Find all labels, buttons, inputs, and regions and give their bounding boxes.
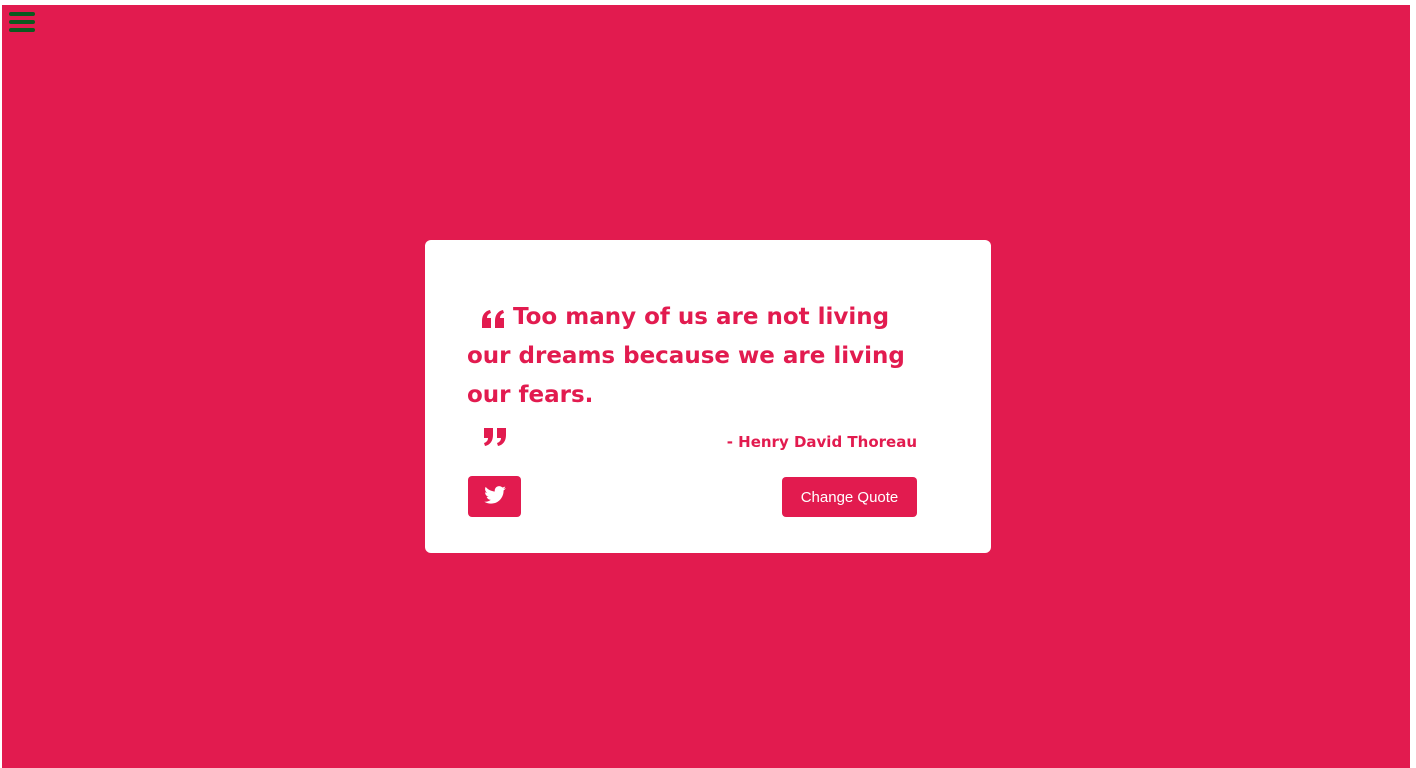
quote-right-icon: [481, 423, 507, 447]
page-background: Too many of us are not living our dreams…: [2, 5, 1410, 768]
change-quote-button[interactable]: Change Quote: [782, 477, 917, 517]
quote-card: Too many of us are not living our dreams…: [425, 240, 991, 553]
quote-text: Too many of us are not living our dreams…: [467, 304, 905, 408]
hamburger-menu-button[interactable]: [8, 9, 36, 35]
twitter-icon: [483, 485, 506, 508]
quote-author: - Henry David Thoreau: [726, 433, 917, 451]
quote-left-icon: [481, 306, 507, 330]
quote-text-block: Too many of us are not living our dreams…: [467, 298, 937, 454]
tweet-button[interactable]: [468, 476, 521, 517]
